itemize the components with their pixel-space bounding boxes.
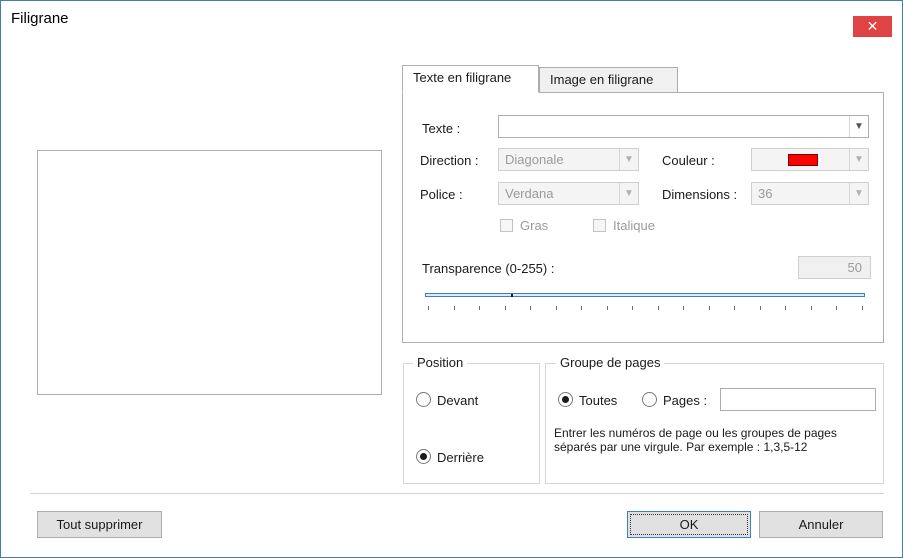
back-label: Derrière (437, 450, 484, 465)
pages-label: Pages : (663, 393, 708, 408)
page-group (545, 363, 884, 484)
slider-tick (810, 306, 812, 310)
direction-value: Diagonale (505, 152, 564, 167)
all-pages-label: Toutes (579, 393, 618, 408)
slider-tick (734, 306, 736, 310)
clear-all-button[interactable]: Tout supprimer (37, 511, 162, 538)
cancel-label: Annuler (798, 517, 844, 532)
focus-ring (630, 514, 748, 535)
bold-checkbox[interactable] (500, 219, 513, 232)
transparency-slider[interactable] (425, 293, 865, 297)
font-label: Police : (420, 187, 463, 202)
italic-label: Italique (613, 218, 655, 233)
size-value: 36 (758, 186, 773, 201)
title-bar: Filigrane ✕ (1, 1, 902, 37)
pages-input[interactable] (720, 388, 876, 411)
front-radio[interactable] (416, 392, 431, 407)
slider-tick (453, 306, 455, 310)
page-group-title: Groupe de pages (556, 355, 665, 370)
pages-radio[interactable] (642, 392, 657, 407)
size-label: Dimensions : (662, 187, 738, 202)
slider-tick (606, 306, 608, 310)
dialog-title: Filigrane (11, 10, 69, 27)
italic-checkbox[interactable] (593, 219, 606, 232)
font-select[interactable]: Verdana ▼ (498, 182, 639, 205)
slider-tick (862, 306, 863, 310)
color-label: Couleur : (662, 153, 715, 168)
slider-tick (428, 306, 429, 310)
slider-tick (657, 306, 659, 310)
tab-label: Texte en filigrane (413, 70, 512, 85)
transparency-input[interactable]: 50 (798, 256, 871, 279)
chevron-down-icon[interactable]: ▼ (619, 183, 638, 204)
footer-separator (30, 493, 884, 494)
size-select[interactable]: 36 ▼ (751, 182, 869, 205)
slider-tick (555, 306, 557, 310)
tab-image-watermark[interactable]: Image en filigrane (539, 67, 678, 93)
pages-hint: Entrer les numéros de page ou les groupe… (554, 426, 837, 454)
position-group-title: Position (413, 355, 468, 370)
slider-tick (785, 306, 787, 310)
slider-tick (708, 306, 710, 310)
slider-tick (836, 306, 838, 310)
text-label: Texte : (422, 121, 461, 136)
text-combo[interactable]: ▼ (498, 115, 869, 138)
chevron-down-icon[interactable]: ▼ (849, 116, 868, 137)
transparency-value: 50 (847, 260, 862, 275)
color-swatch (788, 154, 818, 166)
direction-label: Direction : (420, 153, 479, 168)
tab-text-watermark[interactable]: Texte en filigrane (402, 65, 539, 93)
watermark-preview (37, 150, 382, 395)
chevron-down-icon[interactable]: ▼ (849, 149, 868, 170)
back-radio[interactable] (416, 449, 431, 464)
close-icon: ✕ (866, 18, 879, 34)
font-value: Verdana (505, 186, 554, 201)
slider-tick (504, 306, 506, 310)
ok-button[interactable]: OK (627, 511, 751, 538)
tab-label: Image en filigrane (550, 72, 654, 87)
chevron-down-icon[interactable]: ▼ (849, 183, 868, 204)
slider-tick (581, 306, 583, 310)
direction-select[interactable]: Diagonale ▼ (498, 148, 639, 171)
clear-all-label: Tout supprimer (56, 517, 143, 532)
cancel-button[interactable]: Annuler (759, 511, 883, 538)
slider-tick (759, 306, 761, 310)
slider-tick (530, 306, 532, 310)
all-pages-radio[interactable] (558, 392, 573, 407)
transparency-label: Transparence (0-255) : (422, 261, 555, 276)
watermark-dialog: Filigrane ✕ Texte en filigrane Image en … (0, 0, 903, 558)
slider-tick (632, 306, 634, 310)
bold-label: Gras (520, 218, 549, 233)
position-group (403, 363, 540, 484)
close-button[interactable]: ✕ (853, 16, 892, 37)
slider-tick (479, 306, 481, 310)
front-label: Devant (437, 393, 479, 408)
slider-tick (683, 306, 685, 310)
chevron-down-icon[interactable]: ▼ (619, 149, 638, 170)
slider-thumb[interactable] (511, 294, 514, 297)
